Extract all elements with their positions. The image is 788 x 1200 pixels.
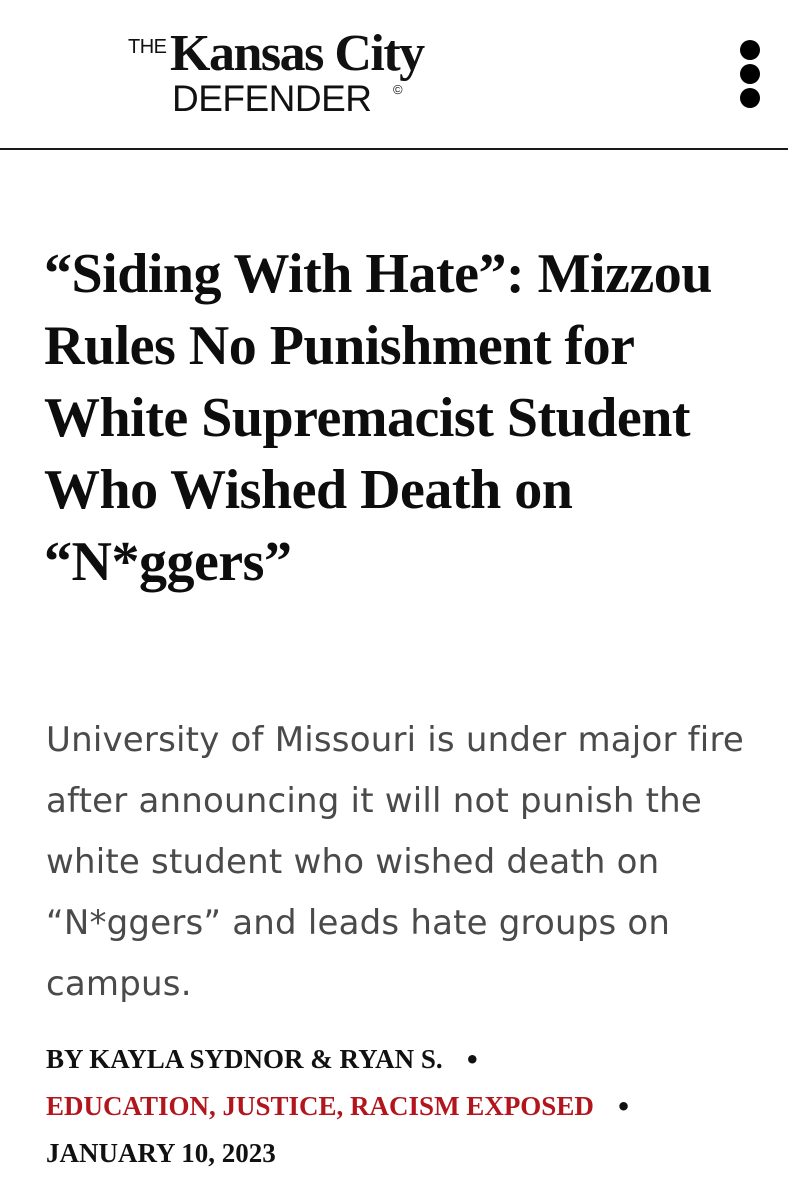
article-dek: University of Missouri is under major fi…	[46, 720, 744, 1004]
logo-name: Kansas City	[170, 25, 425, 82]
menu-dot	[740, 88, 760, 108]
site-logo[interactable]: THE Kansas City DEFENDER ©	[128, 25, 488, 130]
logo-the: THE	[128, 36, 167, 58]
separator-dot: •	[464, 1046, 480, 1074]
vertical-dots-icon[interactable]	[730, 40, 770, 108]
site-header: THE Kansas City DEFENDER ©	[0, 0, 788, 150]
menu-dot	[740, 40, 760, 60]
article-categories[interactable]: EDUCATION, JUSTICE, RACISM EXPOSED	[46, 1091, 594, 1121]
article-meta: BY KAYLA SYDNOR & RYAN S. • EDUCATION, JU…	[46, 1036, 766, 1176]
menu-dot	[740, 64, 760, 84]
logo-defender: DEFENDER	[172, 78, 372, 119]
article-date: JANUARY 10, 2023	[46, 1138, 276, 1168]
separator-dot: •	[615, 1093, 632, 1121]
article-byline[interactable]: BY KAYLA SYDNOR & RYAN S.	[46, 1044, 443, 1074]
article-headline: “Siding With Hate”: Mizzou Rules No Puni…	[44, 243, 712, 593]
logo-copyright: ©	[393, 82, 403, 97]
